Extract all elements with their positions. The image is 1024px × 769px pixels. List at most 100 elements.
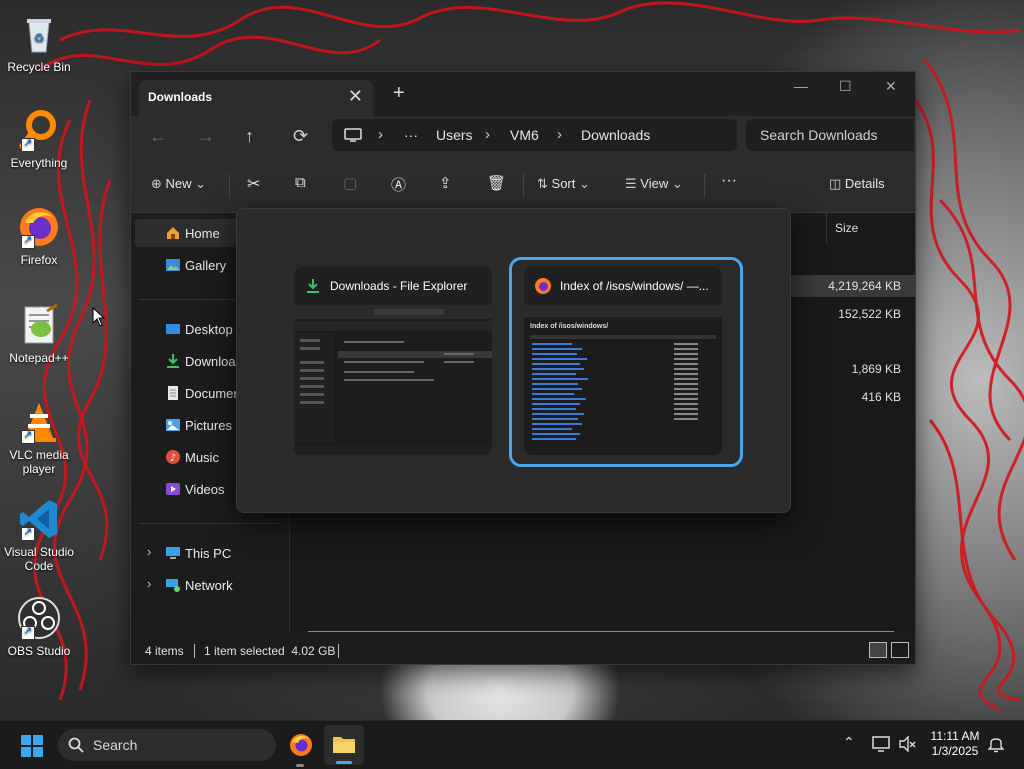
desktop-icon-recycle-bin[interactable]: ♻ Recycle Bin — [4, 12, 74, 74]
item-count: 4 items — [145, 644, 184, 658]
sidebar-label: This PC — [185, 546, 232, 561]
sort-button-label: Sort — [551, 176, 576, 191]
taskbar-file-explorer-button[interactable] — [324, 725, 364, 765]
back-button[interactable]: ← — [149, 126, 167, 147]
view-button[interactable]: ☰ View ⌄ — [625, 176, 683, 192]
breadcrumb-separator: › — [378, 126, 383, 143]
details-button-label: Details — [844, 176, 885, 191]
desktop-icon-firefox[interactable]: Firefox — [4, 205, 74, 267]
breadcrumb-more[interactable]: ··· — [404, 127, 418, 143]
delete-icon[interactable]: 🗑 — [487, 174, 506, 192]
breadcrumb-downloads[interactable]: Downloads — [581, 127, 650, 143]
breadcrumb-separator: › — [557, 126, 562, 143]
clock[interactable]: 11:11 AM 1/3/2025 — [928, 729, 982, 759]
network-tray-icon[interactable] — [872, 736, 890, 752]
firefox-icon — [17, 205, 61, 249]
taskbar-search[interactable]: Search — [58, 729, 276, 761]
volume-muted-icon[interactable] — [898, 736, 916, 752]
shortcut-arrow-icon — [21, 525, 35, 541]
switcher-thumb-title: Downloads - File Explorer — [330, 279, 468, 293]
switcher-thumb-file-explorer[interactable]: Downloads - File Explorer — [294, 267, 492, 455]
address-bar[interactable]: › ··· Users › VM6 › Downloads — [332, 119, 737, 151]
plus-circle-icon: ⊕ — [151, 176, 162, 191]
maximize-button[interactable]: ☐ — [839, 78, 852, 95]
new-button[interactable]: ⊕ New ⌄ — [151, 176, 206, 192]
tray-overflow-chevron-icon[interactable]: ⌃ — [843, 734, 855, 751]
details-view-icon[interactable] — [869, 642, 887, 658]
desktop-folder-icon — [166, 324, 180, 334]
file-explorer-icon — [333, 737, 355, 753]
start-windows-icon[interactable] — [20, 734, 44, 758]
cut-icon[interactable]: ✂ — [247, 174, 260, 194]
forward-button[interactable]: → — [197, 126, 215, 147]
file-size: 1,869 KB — [851, 362, 901, 376]
taskbar-search-label: Search — [93, 737, 138, 753]
file-size: 416 KB — [861, 390, 901, 404]
breadcrumb-users[interactable]: Users — [436, 127, 473, 143]
desktop-icon-obs[interactable]: OBS Studio — [4, 596, 74, 658]
documents-icon — [168, 386, 178, 400]
close-tab-icon[interactable]: ✕ — [348, 86, 363, 107]
sidebar-label: Network — [185, 578, 233, 593]
pictures-icon — [166, 419, 180, 431]
svg-text:♪: ♪ — [170, 453, 176, 464]
copy-icon[interactable]: ⧉ — [295, 174, 306, 191]
switcher-thumb-firefox[interactable]: Index of /isos/windows/ —... Index of /i… — [524, 267, 722, 455]
tab-downloads[interactable]: Downloads ✕ — [139, 80, 373, 116]
desktop-icon-vscode[interactable]: Visual Studio Code — [4, 497, 74, 573]
vscode-icon — [17, 497, 61, 541]
download-arrow-icon — [307, 279, 319, 293]
column-header-size[interactable]: Size — [826, 213, 916, 243]
desktop-icon-notepadpp[interactable]: Notepad++ — [4, 303, 74, 365]
search-placeholder: Search Downloads — [760, 127, 878, 143]
navigation-bar: ← → ↑ ⟳ › ··· Users › VM6 › Downloads Se… — [131, 116, 915, 160]
task-switcher: Downloads - File Explorer Index of /isos… — [236, 208, 791, 513]
sort-button[interactable]: ⇅ Sort ⌄ — [537, 176, 590, 192]
desktop-icon-everything[interactable]: Everything — [4, 108, 74, 170]
up-button[interactable]: ↑ — [245, 126, 254, 147]
notification-bell-icon[interactable] — [988, 735, 1004, 753]
tiles-view-icon[interactable] — [891, 642, 909, 658]
downloads-icon — [167, 354, 179, 368]
chevron-right-icon[interactable]: › — [147, 544, 151, 559]
desktop-icon-label: Everything — [10, 156, 68, 170]
sidebar-item-network[interactable]: › Network — [135, 571, 285, 599]
file-size: 4,219,264 KB — [828, 279, 901, 293]
obs-icon — [17, 596, 61, 640]
clock-date: 1/3/2025 — [931, 744, 979, 758]
new-tab-button[interactable]: + — [393, 82, 405, 105]
details-pane-icon: ◫ — [829, 176, 842, 191]
file-size: 152,522 KB — [838, 307, 901, 321]
desktop-icon-vlc[interactable]: VLC media player — [4, 400, 74, 476]
this-pc-icon — [166, 547, 180, 559]
share-icon[interactable]: ⇪ — [439, 174, 452, 192]
view-button-label: View — [640, 176, 669, 191]
more-options-button[interactable]: ··· — [721, 172, 737, 190]
paste-icon[interactable]: ▢ — [343, 174, 357, 192]
vlc-icon — [17, 400, 61, 444]
search-box[interactable]: Search Downloads — [746, 119, 914, 151]
rename-icon[interactable]: Ⓐ — [391, 174, 406, 195]
shortcut-arrow-icon — [21, 136, 35, 152]
column-header-label: Size — [835, 221, 859, 235]
shortcut-arrow-icon — [21, 428, 35, 444]
minimize-button[interactable]: — — [794, 78, 808, 94]
sidebar-item-this-pc[interactable]: › This PC — [135, 539, 285, 567]
close-window-button[interactable]: ✕ — [885, 78, 897, 95]
chevron-down-icon: ⌄ — [671, 176, 683, 191]
sort-icon: ⇅ — [537, 176, 548, 191]
videos-icon — [166, 483, 180, 495]
everything-search-icon — [17, 108, 61, 152]
chevron-down-icon: ⌄ — [195, 176, 207, 191]
chevron-right-icon[interactable]: › — [147, 576, 151, 591]
breadcrumb-vm6[interactable]: VM6 — [510, 127, 539, 143]
details-button[interactable]: ◫ Details — [829, 176, 885, 192]
breadcrumb-separator: › — [485, 126, 490, 143]
refresh-button[interactable]: ⟳ — [293, 126, 308, 147]
firefox-icon — [535, 278, 551, 294]
svg-text:♻: ♻ — [34, 31, 45, 45]
notepad-plus-plus-icon — [17, 303, 61, 347]
mouse-cursor-icon — [92, 307, 106, 327]
computer-icon — [344, 128, 362, 142]
taskbar-firefox-icon[interactable] — [288, 732, 314, 758]
